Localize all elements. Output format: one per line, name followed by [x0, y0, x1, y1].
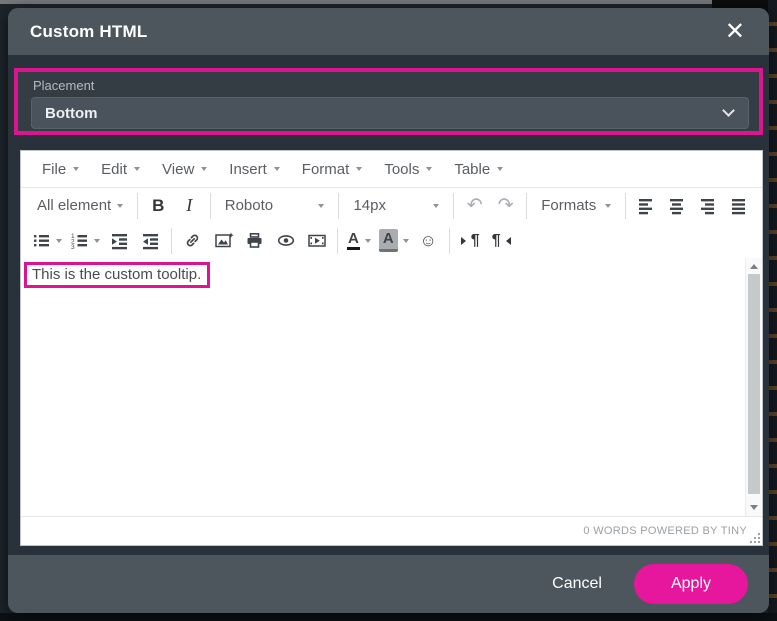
menu-table[interactable]: Table: [443, 155, 514, 184]
caret-down-icon: [94, 238, 100, 243]
bold-button[interactable]: B: [143, 191, 174, 220]
custom-html-dialog: Custom HTML ✕ Placement Bottom File Edit…: [8, 8, 769, 613]
caret-down-icon: [273, 167, 280, 171]
background-page-behind: [768, 0, 777, 621]
editor-statusbar: 0 WORDS POWERED BY TINY: [21, 516, 762, 545]
caret-down-icon: [402, 238, 409, 243]
text-color-icon[interactable]: A: [343, 226, 375, 255]
placement-label: Placement: [33, 78, 95, 93]
font-family-dropdown[interactable]: Roboto: [216, 191, 334, 220]
menu-edit[interactable]: Edit: [90, 155, 151, 184]
content-text: This is the custom tooltip.: [32, 266, 202, 283]
scroll-down-icon[interactable]: [746, 500, 762, 515]
toolbar-separator: [209, 192, 211, 219]
emoticon-icon[interactable]: ☺: [413, 226, 444, 255]
caret-down-icon: [356, 167, 363, 171]
chevron-down-icon: [722, 104, 735, 117]
insert-image-icon[interactable]: [208, 226, 239, 255]
caret-down-icon: [201, 167, 208, 171]
svg-text:3: 3: [71, 244, 75, 250]
outdent-icon[interactable]: [104, 226, 135, 255]
undo-icon[interactable]: ↶: [459, 191, 490, 220]
align-left-icon[interactable]: [631, 191, 662, 220]
menu-format[interactable]: Format: [291, 155, 374, 184]
menu-file[interactable]: File: [31, 155, 90, 184]
caret-down-icon: [116, 203, 123, 208]
dialog-footer: Cancel Apply: [8, 555, 769, 613]
placement-select[interactable]: Bottom: [31, 97, 749, 129]
ltr-direction-icon[interactable]: ¶: [455, 226, 486, 255]
vertical-scrollbar[interactable]: [745, 258, 762, 516]
menu-tools[interactable]: Tools: [373, 155, 443, 184]
redo-icon[interactable]: ↷: [490, 191, 521, 220]
cancel-button[interactable]: Cancel: [552, 575, 602, 593]
indent-icon[interactable]: [135, 226, 166, 255]
bullet-list-icon[interactable]: [28, 226, 66, 255]
align-center-icon[interactable]: [662, 191, 693, 220]
rich-text-editor: File Edit View Insert Format Tools Table…: [20, 150, 763, 546]
caret-down-icon: [56, 238, 62, 243]
scrollbar-thumb[interactable]: [748, 274, 760, 494]
editor-menubar: File Edit View Insert Format Tools Table: [21, 151, 762, 188]
align-right-icon[interactable]: [693, 191, 724, 220]
close-icon[interactable]: ✕: [721, 18, 749, 46]
caret-down-icon: [318, 203, 325, 208]
toolbar-separator: [337, 227, 338, 254]
scroll-up-icon[interactable]: [746, 259, 762, 274]
apply-button[interactable]: Apply: [633, 564, 748, 604]
caret-down-icon: [73, 167, 80, 171]
element-path-dropdown[interactable]: All element: [28, 191, 132, 220]
dialog-header: Custom HTML ✕: [8, 8, 769, 55]
toolbar-separator: [136, 192, 138, 219]
menu-insert[interactable]: Insert: [218, 155, 291, 184]
insert-link-icon[interactable]: [177, 226, 208, 255]
placement-value: Bottom: [45, 104, 98, 122]
toolbar-separator: [526, 192, 528, 219]
align-justify-icon[interactable]: [724, 191, 755, 220]
toolbar-separator: [448, 227, 450, 254]
toolbar-separator: [453, 192, 455, 219]
toolbar-separator: [171, 227, 172, 254]
editor-toolbar-row2: 123 A A ☺ ¶ ¶: [21, 223, 762, 258]
caret-down-icon: [134, 167, 141, 171]
background-strip: [0, 0, 712, 4]
caret-down-icon: [497, 167, 504, 171]
formats-dropdown[interactable]: Formats: [532, 191, 620, 220]
caret-down-icon: [426, 167, 433, 171]
resize-grip-icon[interactable]: [750, 533, 760, 543]
preview-eye-icon[interactable]: [270, 226, 301, 255]
background-color-icon[interactable]: A: [375, 226, 413, 255]
rtl-direction-icon[interactable]: ¶: [486, 226, 517, 255]
insert-media-icon[interactable]: [301, 226, 332, 255]
italic-button[interactable]: I: [174, 191, 205, 220]
caret-down-icon: [364, 238, 371, 243]
numbered-list-icon[interactable]: 123: [66, 226, 104, 255]
print-icon[interactable]: [239, 226, 270, 255]
toolbar-separator: [338, 192, 340, 219]
word-count-branding: 0 WORDS POWERED BY TINY: [583, 525, 747, 537]
font-size-dropdown[interactable]: 14px: [344, 191, 448, 220]
toolbar-separator: [625, 192, 626, 219]
background-bottom: [0, 613, 777, 621]
editor-content[interactable]: This is the custom tooltip.: [21, 258, 762, 516]
screen: Custom HTML ✕ Placement Bottom File Edit…: [0, 0, 777, 621]
editor-toolbar-row1: All element B I Roboto 14px ↶ ↷ Formats: [21, 188, 762, 223]
caret-down-icon: [605, 203, 611, 208]
caret-down-icon: [433, 203, 440, 208]
dialog-title: Custom HTML: [30, 21, 148, 41]
menu-view[interactable]: View: [151, 155, 218, 184]
content-highlight-box: This is the custom tooltip.: [24, 262, 211, 288]
placement-field-highlight: Placement Bottom: [14, 68, 763, 135]
